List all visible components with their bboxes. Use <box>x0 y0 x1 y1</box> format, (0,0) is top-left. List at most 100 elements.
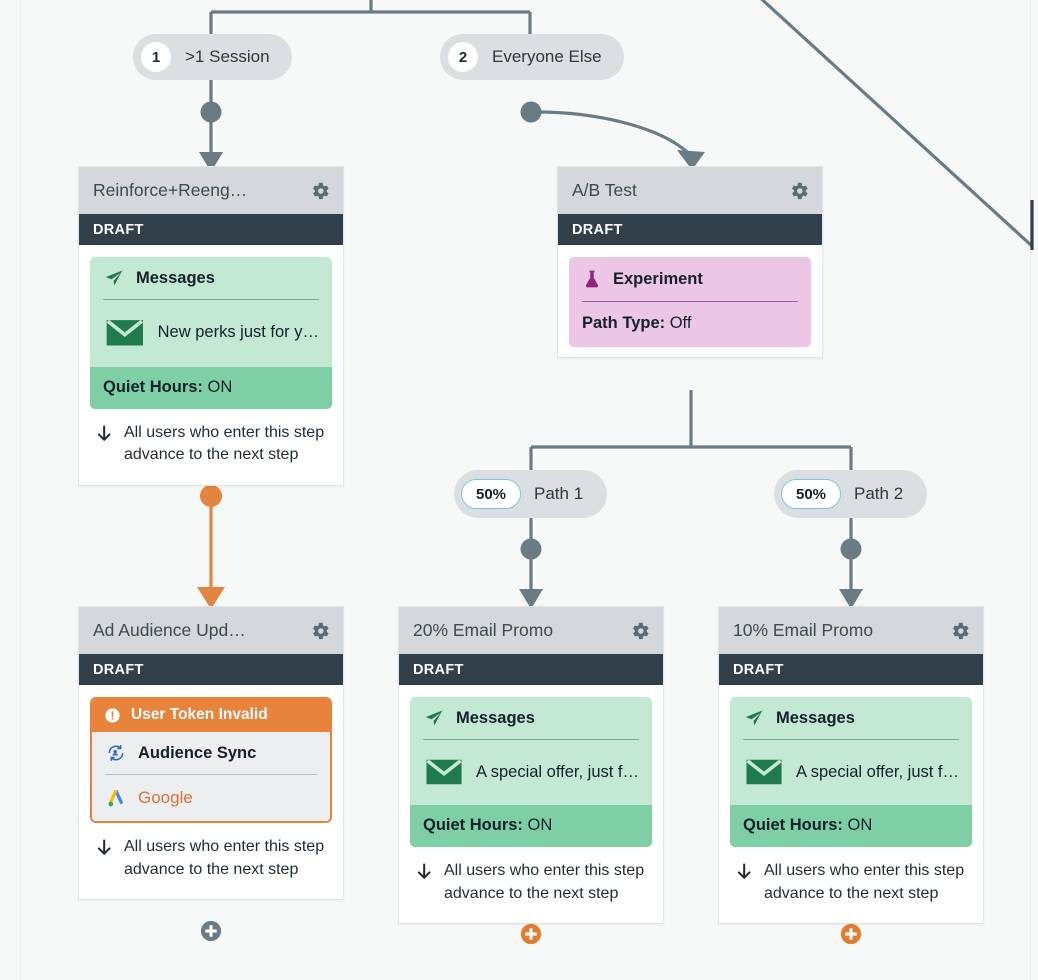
card-status-badge: DRAFT <box>79 654 343 685</box>
add-step-button[interactable] <box>200 920 222 942</box>
journey-step-card-ab-test[interactable]: A/B Test DRAFT Experiment Path Type: Off <box>557 166 823 358</box>
audience-sync-title: Audience Sync <box>138 743 257 762</box>
message-subject-row: A special offer, just f… <box>730 740 972 805</box>
quiet-hours-label: Quiet Hours: <box>103 377 203 396</box>
card-header: 10% Email Promo <box>719 607 983 654</box>
card-title: Ad Audience Upd… <box>93 620 246 640</box>
experiment-title-row: Experiment <box>582 268 798 301</box>
card-title: 20% Email Promo <box>413 620 554 640</box>
card-status-badge: DRAFT <box>399 654 663 685</box>
divider <box>743 739 959 740</box>
path-type-value: Off <box>669 314 692 332</box>
card-header: Reinforce+Reeng… <box>79 167 343 214</box>
error-banner: User Token Invalid <box>92 699 330 732</box>
card-body: User Token Invalid Audience Sync Google … <box>79 685 343 899</box>
split-percent-chip[interactable]: 50% <box>781 479 841 509</box>
message-subject: A special offer, just f… <box>796 762 959 781</box>
split-path-pill-1[interactable]: 50% Path 1 <box>454 470 608 518</box>
quiet-hours-value: ON <box>847 816 873 835</box>
gear-icon[interactable] <box>309 180 331 202</box>
envelope-icon <box>746 759 782 785</box>
card-body: Messages A special offer, just f… Quiet … <box>399 685 663 923</box>
split-path-label: Path 1 <box>534 484 584 503</box>
down-arrow-icon <box>97 425 111 441</box>
card-title: Reinforce+Reeng… <box>93 180 248 200</box>
quiet-hours-row: Quiet Hours: ON <box>90 366 332 409</box>
connector-dot <box>520 538 542 560</box>
message-subject-row: A special offer, just f… <box>410 740 652 805</box>
error-label: User Token Invalid <box>131 706 268 723</box>
messages-block[interactable]: Messages A special offer, just f… Quiet … <box>410 697 652 848</box>
message-subject: A special offer, just f… <box>476 762 639 781</box>
branch-pill-1[interactable]: 1 >1 Session <box>133 34 292 80</box>
branch-label: Everyone Else <box>492 47 602 66</box>
google-ads-icon <box>108 789 124 807</box>
branch-pill-2[interactable]: 2 Everyone Else <box>440 34 624 80</box>
add-step-button[interactable] <box>520 923 542 945</box>
messages-title-row: Messages <box>423 708 639 739</box>
advance-note: All users who enter this step advance to… <box>90 823 332 889</box>
gear-icon[interactable] <box>788 180 810 202</box>
flask-icon <box>585 270 599 288</box>
paper-plane-icon <box>425 710 443 726</box>
advance-note-text: All users who enter this step advance to… <box>444 862 645 902</box>
card-header: A/B Test <box>558 167 822 214</box>
journey-step-card-10-email-promo[interactable]: 10% Email Promo DRAFT Messages A special… <box>718 606 984 925</box>
journey-step-card-20-email-promo[interactable]: 20% Email Promo DRAFT Messages A special… <box>398 606 664 925</box>
card-body: Messages New perks just for y… Quiet Hou… <box>79 245 343 485</box>
provider-row: Google <box>105 775 317 809</box>
split-percent-chip[interactable]: 50% <box>461 479 521 509</box>
card-title: A/B Test <box>572 180 637 200</box>
advance-note: All users who enter this step advance to… <box>410 847 652 913</box>
branch-number: 2 <box>448 42 478 72</box>
down-arrow-icon <box>97 839 111 856</box>
card-body: Messages A special offer, just f… Quiet … <box>719 685 983 923</box>
divider <box>103 299 319 300</box>
divider <box>582 301 798 302</box>
gear-icon[interactable] <box>309 620 331 642</box>
messages-block[interactable]: Messages A special offer, just f… Quiet … <box>730 697 972 848</box>
card-status-badge: DRAFT <box>719 654 983 685</box>
quiet-hours-row: Quiet Hours: ON <box>730 805 972 848</box>
gear-icon[interactable] <box>949 620 971 642</box>
messages-title-row: Messages <box>743 708 959 739</box>
gear-icon[interactable] <box>629 620 651 642</box>
card-status-badge: DRAFT <box>79 214 343 245</box>
quiet-hours-value: ON <box>527 816 553 835</box>
journey-canvas[interactable]: 1 >1 Session 2 Everyone Else 50% Path 1 … <box>0 0 1038 980</box>
quiet-hours-value: ON <box>207 377 233 396</box>
split-path-label: Path 2 <box>854 484 904 503</box>
split-path-pill-2[interactable]: 50% Path 2 <box>774 470 928 518</box>
paper-plane-icon <box>745 710 763 726</box>
advance-note-text: All users who enter this step advance to… <box>124 838 325 878</box>
messages-title: Messages <box>776 708 855 727</box>
messages-title-row: Messages <box>103 268 319 299</box>
connector-dot <box>840 538 862 560</box>
advance-note-text: All users who enter this step advance to… <box>764 862 965 902</box>
journey-step-card-reinforce[interactable]: Reinforce+Reeng… DRAFT Messages New perk… <box>78 166 344 487</box>
down-arrow-icon <box>417 863 431 880</box>
quiet-hours-row: Quiet Hours: ON <box>410 805 652 848</box>
provider-label: Google <box>138 788 193 807</box>
divider <box>423 739 639 740</box>
paper-plane-icon <box>105 270 123 286</box>
experiment-block[interactable]: Experiment Path Type: Off <box>569 257 811 347</box>
envelope-icon <box>106 319 144 346</box>
audience-sync-block[interactable]: User Token Invalid Audience Sync Google <box>90 697 332 823</box>
messages-title: Messages <box>136 268 215 287</box>
messages-block[interactable]: Messages New perks just for y… Quiet Hou… <box>90 257 332 409</box>
advance-note-text: All users who enter this step advance to… <box>124 423 325 464</box>
branch-label: >1 Session <box>185 47 270 66</box>
envelope-icon <box>426 759 462 785</box>
path-type-label: Path Type: <box>582 314 666 332</box>
message-subject: New perks just for y… <box>157 323 319 342</box>
card-title: 10% Email Promo <box>733 620 874 640</box>
quiet-hours-label: Quiet Hours: <box>743 816 843 835</box>
card-body: Experiment Path Type: Off <box>558 245 822 357</box>
audience-sync-title-row: Audience Sync <box>105 743 317 774</box>
add-step-button[interactable] <box>840 923 862 945</box>
journey-step-card-ad-audience[interactable]: Ad Audience Upd… DRAFT User Token Invali… <box>78 606 344 901</box>
card-header: Ad Audience Upd… <box>79 607 343 654</box>
exclamation-circle-icon <box>105 707 120 723</box>
path-type-row: Path Type: Off <box>582 302 798 333</box>
